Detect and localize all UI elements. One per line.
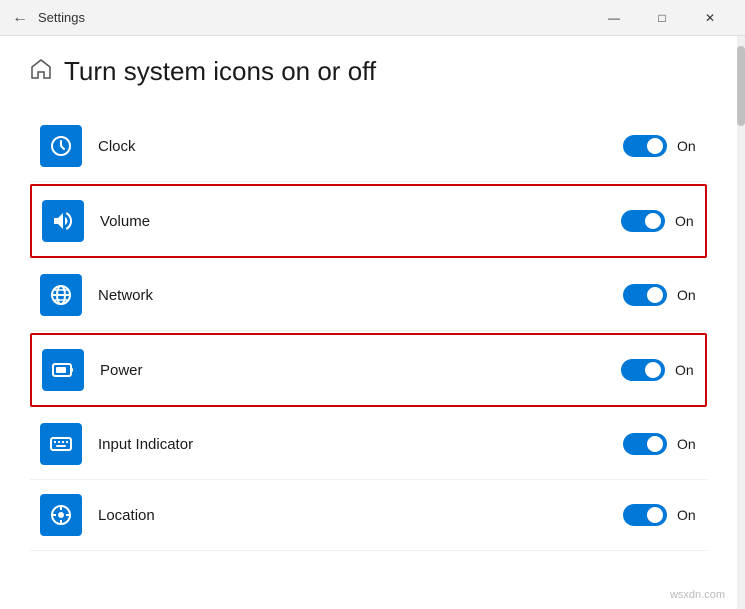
location-icon-box (40, 494, 82, 536)
volume-label: Volume (100, 213, 605, 230)
setting-row-location: Location On (30, 480, 707, 551)
input-icon-box (40, 423, 82, 465)
network-icon-box (40, 274, 82, 316)
network-status: On (677, 287, 697, 303)
content-area: Turn system icons on or off Clock On Vol… (0, 36, 737, 609)
input-indicator-label: Input Indicator (98, 436, 607, 453)
page-title: Turn system icons on or off (64, 56, 376, 87)
location-label: Location (98, 507, 607, 524)
clock-toggle-area: On (623, 135, 697, 157)
input-indicator-toggle[interactable] (623, 433, 667, 455)
network-toggle-area: On (623, 284, 697, 306)
location-toggle-thumb (647, 507, 663, 523)
setting-row-volume: Volume On (30, 184, 707, 258)
location-status: On (677, 507, 697, 523)
setting-row-input-indicator: Input Indicator On (30, 409, 707, 480)
setting-row-power: Power On (30, 333, 707, 407)
settings-list: Clock On Volume On (30, 111, 707, 551)
power-status: On (675, 362, 695, 378)
input-indicator-status: On (677, 436, 697, 452)
clock-icon-box (40, 125, 82, 167)
power-toggle[interactable] (621, 359, 665, 381)
input-indicator-toggle-thumb (647, 436, 663, 452)
volume-toggle[interactable] (621, 210, 665, 232)
setting-row-clock: Clock On (30, 111, 707, 182)
clock-toggle[interactable] (623, 135, 667, 157)
power-toggle-area: On (621, 359, 695, 381)
watermark: wsxdn.com (670, 589, 725, 601)
location-toggle-area: On (623, 504, 697, 526)
clock-toggle-thumb (647, 138, 663, 154)
volume-toggle-area: On (621, 210, 695, 232)
volume-icon-box (42, 200, 84, 242)
power-icon-box (42, 349, 84, 391)
power-label: Power (100, 362, 605, 379)
title-bar-controls: — □ ✕ (591, 4, 733, 32)
clock-label: Clock (98, 138, 607, 155)
setting-row-network: Network On (30, 260, 707, 331)
title-bar-left: ← Settings (12, 9, 85, 27)
main-area: Turn system icons on or off Clock On Vol… (0, 36, 745, 609)
power-toggle-thumb (645, 362, 661, 378)
network-toggle[interactable] (623, 284, 667, 306)
title-bar-title: Settings (38, 10, 85, 25)
page-header: Turn system icons on or off (30, 56, 707, 87)
location-toggle[interactable] (623, 504, 667, 526)
back-button[interactable]: ← (12, 9, 28, 27)
maximize-button[interactable]: □ (639, 4, 685, 32)
volume-status: On (675, 213, 695, 229)
volume-toggle-thumb (645, 213, 661, 229)
network-toggle-thumb (647, 287, 663, 303)
network-label: Network (98, 287, 607, 304)
home-icon (30, 58, 52, 86)
scrollbar[interactable] (737, 36, 745, 609)
title-bar: ← Settings — □ ✕ (0, 0, 745, 36)
minimize-button[interactable]: — (591, 4, 637, 32)
scrollbar-thumb[interactable] (737, 46, 745, 126)
input-indicator-toggle-area: On (623, 433, 697, 455)
clock-status: On (677, 138, 697, 154)
close-button[interactable]: ✕ (687, 4, 733, 32)
